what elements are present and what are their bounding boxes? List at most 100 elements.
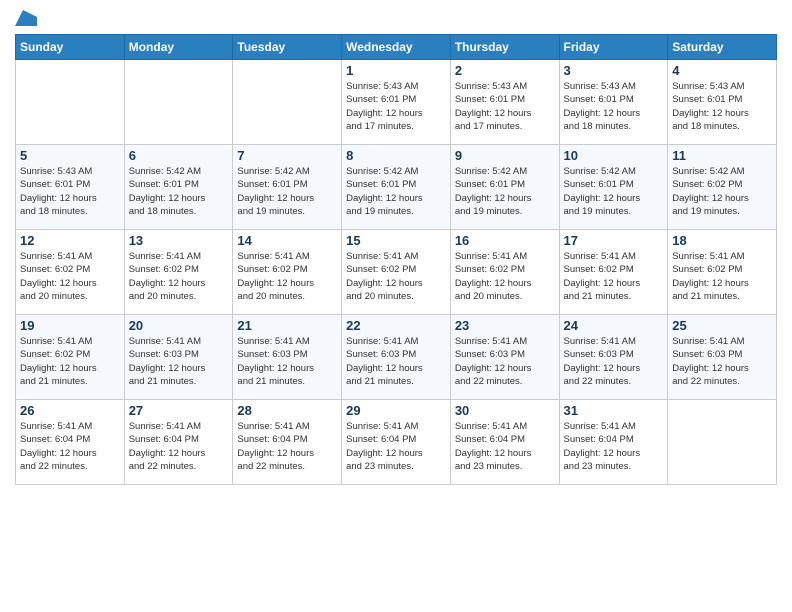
day-number: 11 [672,148,772,163]
weekday-header-saturday: Saturday [668,35,777,60]
day-info: Sunrise: 5:41 AM Sunset: 6:02 PM Dayligh… [346,250,446,303]
calendar-cell: 6 Sunrise: 5:42 AM Sunset: 6:01 PM Daylig… [124,145,233,230]
day-info: Sunrise: 5:41 AM Sunset: 6:02 PM Dayligh… [564,250,664,303]
day-number: 30 [455,403,555,418]
day-number: 19 [20,318,120,333]
day-info: Sunrise: 5:41 AM Sunset: 6:04 PM Dayligh… [346,420,446,473]
calendar-cell: 10 Sunrise: 5:42 AM Sunset: 6:01 PM Dayli… [559,145,668,230]
calendar-cell: 26 Sunrise: 5:41 AM Sunset: 6:04 PM Dayli… [16,400,125,485]
day-number: 25 [672,318,772,333]
day-info: Sunrise: 5:41 AM Sunset: 6:03 PM Dayligh… [237,335,337,388]
calendar-cell: 1 Sunrise: 5:43 AM Sunset: 6:01 PM Daylig… [342,60,451,145]
weekday-header-friday: Friday [559,35,668,60]
day-number: 3 [564,63,664,78]
day-info: Sunrise: 5:42 AM Sunset: 6:01 PM Dayligh… [346,165,446,218]
weekday-header-tuesday: Tuesday [233,35,342,60]
calendar-cell: 27 Sunrise: 5:41 AM Sunset: 6:04 PM Dayli… [124,400,233,485]
calendar-cell: 16 Sunrise: 5:41 AM Sunset: 6:02 PM Dayli… [450,230,559,315]
day-info: Sunrise: 5:42 AM Sunset: 6:02 PM Dayligh… [672,165,772,218]
day-info: Sunrise: 5:43 AM Sunset: 6:01 PM Dayligh… [672,80,772,133]
day-number: 22 [346,318,446,333]
calendar-cell [233,60,342,145]
day-info: Sunrise: 5:41 AM Sunset: 6:03 PM Dayligh… [129,335,229,388]
day-info: Sunrise: 5:42 AM Sunset: 6:01 PM Dayligh… [237,165,337,218]
day-number: 8 [346,148,446,163]
calendar-cell: 21 Sunrise: 5:41 AM Sunset: 6:03 PM Dayli… [233,315,342,400]
calendar-cell: 12 Sunrise: 5:41 AM Sunset: 6:02 PM Dayli… [16,230,125,315]
calendar-cell: 31 Sunrise: 5:41 AM Sunset: 6:04 PM Dayli… [559,400,668,485]
day-number: 1 [346,63,446,78]
day-number: 12 [20,233,120,248]
day-info: Sunrise: 5:41 AM Sunset: 6:02 PM Dayligh… [20,335,120,388]
calendar-cell: 17Sunrise: 5:41 AM Sunset: 6:02 PM Dayli… [559,230,668,315]
day-info: Sunrise: 5:41 AM Sunset: 6:03 PM Dayligh… [455,335,555,388]
day-info: Sunrise: 5:41 AM Sunset: 6:03 PM Dayligh… [672,335,772,388]
day-info: Sunrise: 5:41 AM Sunset: 6:03 PM Dayligh… [346,335,446,388]
day-info: Sunrise: 5:41 AM Sunset: 6:02 PM Dayligh… [672,250,772,303]
day-number: 7 [237,148,337,163]
day-info: Sunrise: 5:41 AM Sunset: 6:04 PM Dayligh… [20,420,120,473]
calendar-cell: 2 Sunrise: 5:43 AM Sunset: 6:01 PM Daylig… [450,60,559,145]
day-number: 4 [672,63,772,78]
page: SundayMondayTuesdayWednesdayThursdayFrid… [0,0,792,612]
day-info: Sunrise: 5:42 AM Sunset: 6:01 PM Dayligh… [564,165,664,218]
day-info: Sunrise: 5:41 AM Sunset: 6:02 PM Dayligh… [129,250,229,303]
day-number: 5 [20,148,120,163]
day-number: 27 [129,403,229,418]
calendar-cell: 20 Sunrise: 5:41 AM Sunset: 6:03 PM Dayli… [124,315,233,400]
day-number: 26 [20,403,120,418]
day-info: Sunrise: 5:41 AM Sunset: 6:02 PM Dayligh… [455,250,555,303]
day-info: Sunrise: 5:42 AM Sunset: 6:01 PM Dayligh… [455,165,555,218]
calendar-cell: 19 Sunrise: 5:41 AM Sunset: 6:02 PM Dayli… [16,315,125,400]
day-number: 18 [672,233,772,248]
calendar-cell: 3 Sunrise: 5:43 AM Sunset: 6:01 PM Daylig… [559,60,668,145]
calendar-cell [668,400,777,485]
calendar-cell: 8 Sunrise: 5:42 AM Sunset: 6:01 PM Daylig… [342,145,451,230]
calendar-cell: 23 Sunrise: 5:41 AM Sunset: 6:03 PM Dayli… [450,315,559,400]
day-number: 16 [455,233,555,248]
calendar-cell: 7 Sunrise: 5:42 AM Sunset: 6:01 PM Daylig… [233,145,342,230]
day-info: Sunrise: 5:43 AM Sunset: 6:01 PM Dayligh… [346,80,446,133]
day-number: 14 [237,233,337,248]
calendar-cell: 18 Sunrise: 5:41 AM Sunset: 6:02 PM Dayli… [668,230,777,315]
calendar-cell: 5 Sunrise: 5:43 AM Sunset: 6:01 PM Daylig… [16,145,125,230]
weekday-header-sunday: Sunday [16,35,125,60]
day-number: 28 [237,403,337,418]
calendar-cell: 24 Sunrise: 5:41 AM Sunset: 6:03 PM Dayli… [559,315,668,400]
day-number: 15 [346,233,446,248]
day-number: 13 [129,233,229,248]
weekday-header-thursday: Thursday [450,35,559,60]
day-number: 21 [237,318,337,333]
day-number: 31 [564,403,664,418]
calendar-cell: 15 Sunrise: 5:41 AM Sunset: 6:02 PM Dayli… [342,230,451,315]
calendar-cell: 11 Sunrise: 5:42 AM Sunset: 6:02 PM Dayli… [668,145,777,230]
day-info: Sunrise: 5:41 AM Sunset: 6:04 PM Dayligh… [564,420,664,473]
day-number: 10 [564,148,664,163]
day-number: 20 [129,318,229,333]
day-info: Sunrise: 5:41 AM Sunset: 6:04 PM Dayligh… [237,420,337,473]
day-info: Sunrise: 5:43 AM Sunset: 6:01 PM Dayligh… [20,165,120,218]
calendar-cell: 13 Sunrise: 5:41 AM Sunset: 6:02 PM Dayli… [124,230,233,315]
logo-icon [15,10,37,26]
day-number: 2 [455,63,555,78]
calendar-cell: 25 Sunrise: 5:41 AM Sunset: 6:03 PM Dayli… [668,315,777,400]
calendar-cell: 30Sunrise: 5:41 AM Sunset: 6:04 PM Dayli… [450,400,559,485]
logo [15,10,37,26]
day-number: 23 [455,318,555,333]
weekday-header-wednesday: Wednesday [342,35,451,60]
calendar-cell [16,60,125,145]
day-number: 29 [346,403,446,418]
calendar-cell: 14Sunrise: 5:41 AM Sunset: 6:02 PM Dayli… [233,230,342,315]
calendar-cell: 9Sunrise: 5:42 AM Sunset: 6:01 PM Daylig… [450,145,559,230]
day-info: Sunrise: 5:41 AM Sunset: 6:02 PM Dayligh… [20,250,120,303]
calendar-cell: 29 Sunrise: 5:41 AM Sunset: 6:04 PM Dayli… [342,400,451,485]
day-info: Sunrise: 5:43 AM Sunset: 6:01 PM Dayligh… [564,80,664,133]
day-info: Sunrise: 5:42 AM Sunset: 6:01 PM Dayligh… [129,165,229,218]
day-number: 6 [129,148,229,163]
day-info: Sunrise: 5:41 AM Sunset: 6:03 PM Dayligh… [564,335,664,388]
day-number: 24 [564,318,664,333]
day-info: Sunrise: 5:41 AM Sunset: 6:04 PM Dayligh… [129,420,229,473]
weekday-header-monday: Monday [124,35,233,60]
header [15,10,777,26]
day-info: Sunrise: 5:43 AM Sunset: 6:01 PM Dayligh… [455,80,555,133]
